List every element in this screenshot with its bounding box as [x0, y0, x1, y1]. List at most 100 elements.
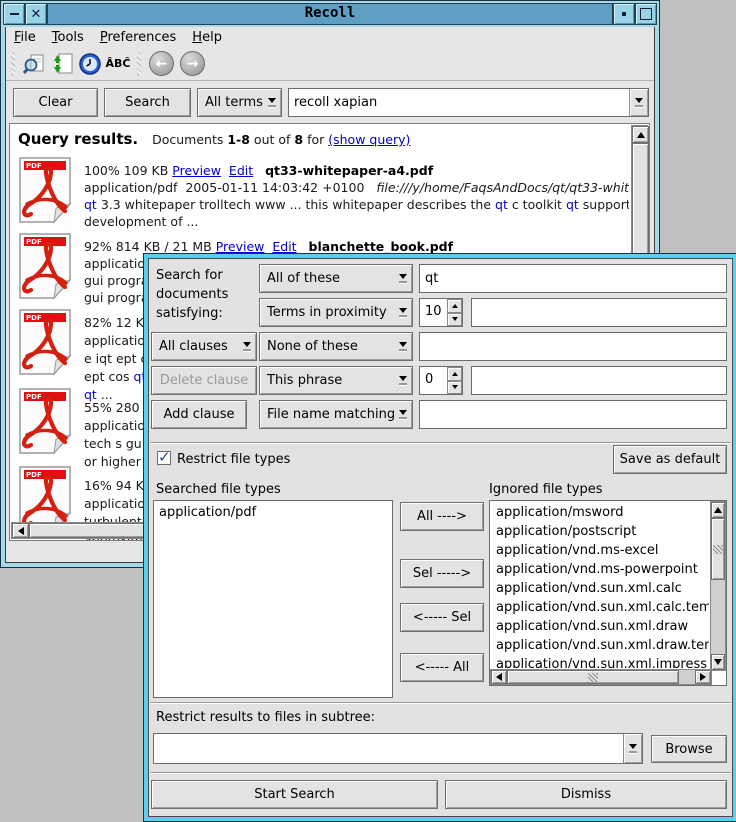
results-header: Query results. Documents 1-8 out of 8 fo… [18, 130, 410, 148]
scroll-up-icon[interactable] [632, 126, 649, 143]
clear-button[interactable]: Clear [13, 88, 98, 117]
clause-value-input[interactable] [419, 400, 727, 429]
pdf-file-icon[interactable] [18, 387, 72, 455]
clause-value-input[interactable] [419, 332, 727, 361]
subtree-input[interactable] [154, 734, 623, 763]
scroll-up-icon[interactable] [711, 502, 725, 518]
save-as-default-button[interactable]: Save as default [613, 445, 727, 474]
scroll-down-icon[interactable] [711, 654, 725, 670]
spin-up-icon[interactable] [447, 367, 462, 381]
dropdown-arrow-icon [394, 410, 412, 419]
spin-up-icon[interactable] [447, 299, 462, 313]
result-row: 100% 109 KB Preview Edit qt33-whitepaper… [14, 156, 628, 232]
term-explorer-icon[interactable]: ÂBĈ [104, 51, 132, 77]
clause-type-combo[interactable]: This phrase [259, 366, 413, 395]
result-snippet: qt 3.3 whitepaper trolltech www ... this… [84, 196, 629, 213]
spin-down-icon[interactable] [447, 313, 462, 327]
window-title: Recoll [47, 3, 613, 25]
restrict-filetypes-checkbox[interactable]: ✓ [157, 451, 171, 465]
scroll-left-icon[interactable] [12, 523, 29, 538]
start-search-button[interactable]: Start Search [151, 780, 438, 809]
history-clock-icon[interactable] [76, 51, 104, 77]
search-mode-combo[interactable]: All terms [197, 88, 282, 117]
close-button[interactable]: ✕ [25, 3, 47, 25]
scroll-left-icon[interactable] [491, 670, 507, 684]
move-sel-left-button[interactable]: <----- Sel [400, 603, 484, 632]
menu-tools[interactable]: Tools [44, 28, 92, 47]
ignored-vscrollbar[interactable] [710, 501, 726, 671]
result-meta-line: application/pdf 2005-01-11 14:03:42 +010… [84, 179, 629, 196]
list-item[interactable]: application/vnd.ms-excel [491, 541, 709, 560]
subtree-combobox [153, 733, 643, 764]
pdf-file-icon[interactable] [18, 156, 72, 224]
query-input[interactable] [289, 89, 629, 116]
clause-value-input[interactable] [471, 298, 727, 327]
move-all-left-button[interactable]: <----- All [400, 653, 484, 682]
scrollbar-thumb[interactable] [507, 670, 679, 684]
query-history-arrow[interactable] [629, 89, 648, 116]
scrollbar-thumb[interactable] [711, 518, 725, 580]
list-item[interactable]: application/postscript [491, 522, 709, 541]
clause-type-combo[interactable]: File name matching [259, 400, 413, 429]
dropdown-arrow-icon [394, 274, 412, 283]
result-snippet: development of ... [84, 213, 629, 230]
check-icon: ✓ [158, 448, 171, 466]
clause-type-combo[interactable]: Terms in proximity [259, 298, 413, 327]
close-icon: ✕ [31, 8, 42, 21]
result-title-line[interactable]: 100% 109 KB Preview Edit qt33-whitepaper… [84, 162, 629, 179]
dismiss-button[interactable]: Dismiss [445, 780, 727, 809]
iconify-button[interactable] [613, 3, 635, 25]
browse-button[interactable]: Browse [651, 735, 727, 763]
list-item[interactable]: application/vnd.sun.xml.impress [491, 655, 709, 668]
toolbar-grip[interactable] [11, 52, 15, 76]
list-item[interactable]: application/vnd.ms-powerpoint [491, 560, 709, 579]
maximize-button[interactable] [635, 3, 657, 25]
toolbar-grip[interactable] [137, 52, 141, 76]
advanced-search-dialog: Search for documents satisfying: All of … [143, 253, 736, 822]
list-item[interactable]: application/pdf [154, 503, 392, 522]
move-sel-right-button[interactable]: Sel -----> [400, 559, 484, 588]
subtree-history-arrow[interactable] [623, 734, 642, 763]
pdf-file-icon[interactable] [18, 232, 72, 300]
separator [150, 442, 731, 444]
toolbar: ÂBĈ ← → [6, 47, 654, 81]
list-item[interactable]: application/vnd.sun.xml.calc.templ [491, 598, 709, 617]
subtree-label: Restrict results to files in subtree: [156, 708, 375, 727]
results-count[interactable]: Documents 1-8 out of 8 for (show query) [152, 132, 410, 147]
clause-value-input[interactable] [419, 264, 727, 293]
results-title: Query results. [18, 130, 138, 148]
clause-scope-combo[interactable]: All clauses [151, 332, 257, 361]
menu-file[interactable]: File [6, 28, 44, 47]
dropdown-arrow-icon [394, 342, 412, 351]
phrase-slack-spinbox[interactable]: 0 [419, 366, 463, 395]
dropdown-arrow-icon [263, 98, 281, 107]
searched-filetypes-label: Searched file types [156, 480, 281, 499]
menu-help[interactable]: Help [184, 28, 230, 47]
pdf-file-icon[interactable] [18, 308, 72, 376]
scroll-right-icon[interactable] [695, 670, 711, 684]
list-item[interactable]: application/vnd.sun.xml.draw [491, 617, 709, 636]
add-clause-button[interactable]: Add clause [151, 400, 247, 429]
back-icon[interactable]: ← [149, 51, 174, 76]
clause-value-input[interactable] [471, 366, 727, 395]
list-item[interactable]: application/msword [491, 503, 709, 522]
main-titlebar[interactable]: ✕ Recoll [3, 3, 657, 25]
menu-preferences[interactable]: Preferences [92, 28, 184, 47]
move-all-right-button[interactable]: All ----> [400, 502, 484, 531]
window-menu-button[interactable] [3, 3, 25, 25]
proximity-spinbox[interactable]: 10 [419, 298, 463, 327]
list-item[interactable]: application/vnd.sun.xml.calc [491, 579, 709, 598]
dropdown-arrow-icon [394, 376, 412, 385]
forward-icon[interactable]: → [180, 51, 205, 76]
dropdown-arrow-icon [394, 308, 412, 317]
spin-down-icon[interactable] [447, 381, 462, 395]
search-button[interactable]: Search [104, 88, 191, 117]
ignored-hscrollbar[interactable] [490, 669, 712, 685]
clause-type-combo[interactable]: None of these [259, 332, 413, 361]
document-sort-icon[interactable] [48, 51, 76, 77]
list-item[interactable]: application/vnd.sun.xml.draw.temp [491, 636, 709, 655]
clause-type-combo[interactable]: All of these [259, 264, 413, 293]
ignored-filetypes-list[interactable]: application/msword application/postscrip… [489, 500, 727, 686]
advanced-search-icon[interactable] [20, 51, 48, 77]
searched-filetypes-list[interactable]: application/pdf [153, 500, 393, 698]
